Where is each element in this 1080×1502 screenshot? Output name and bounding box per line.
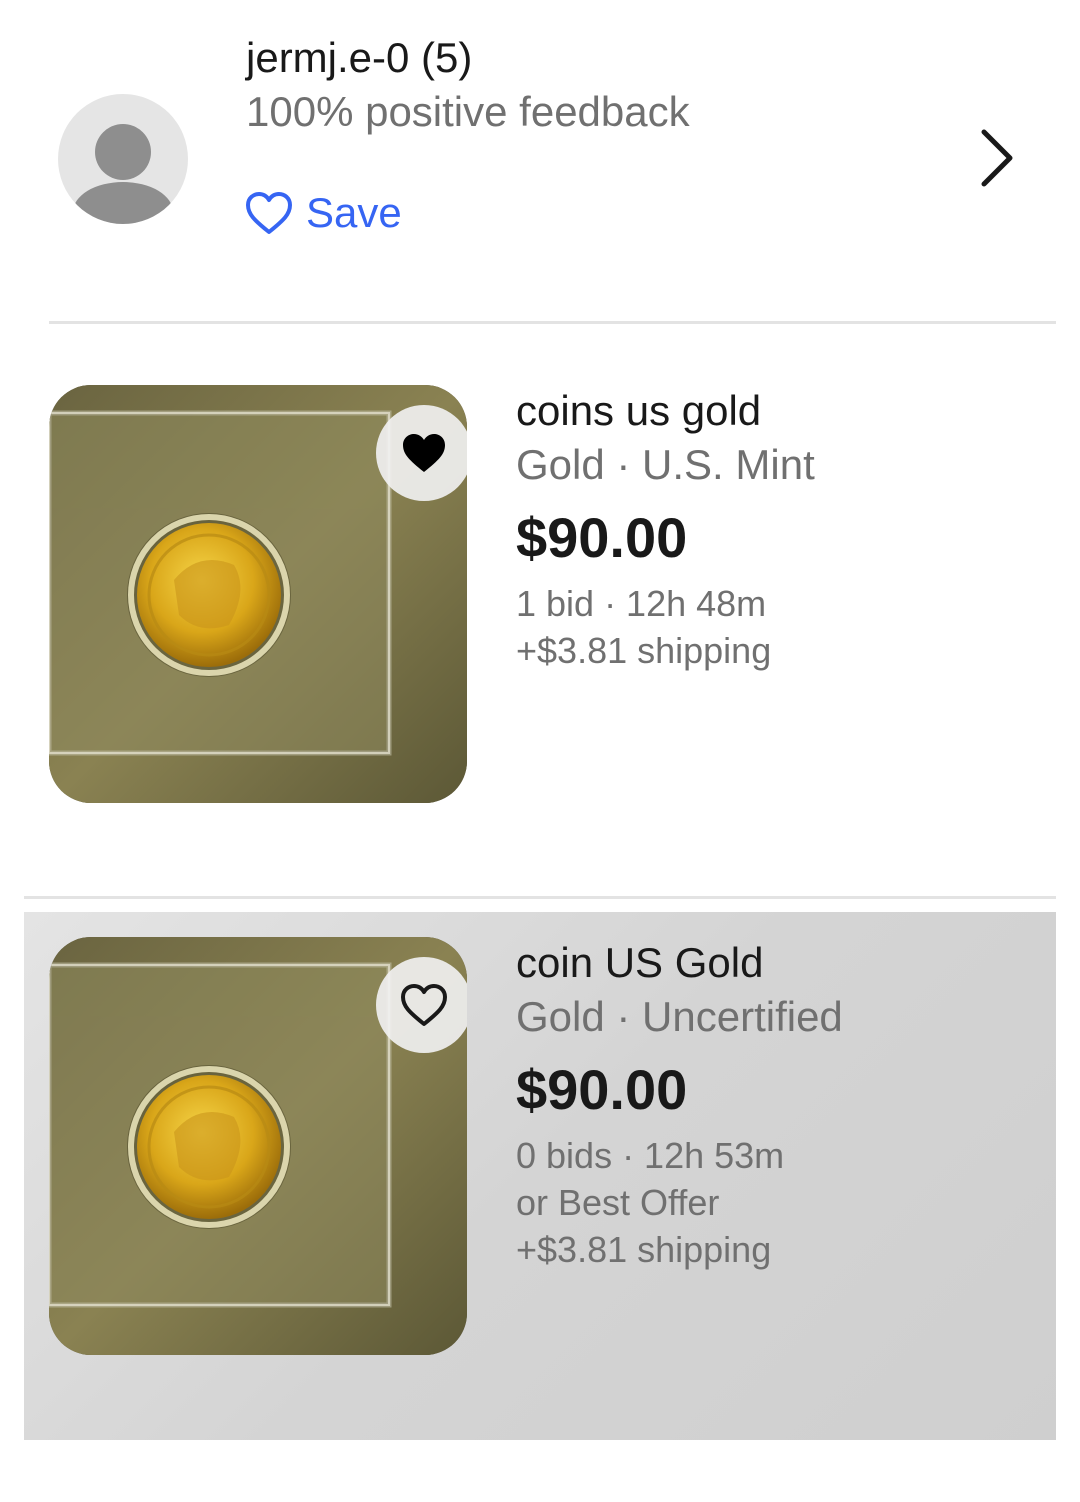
save-label: Save: [306, 189, 402, 236]
save-seller-button[interactable]: Save: [244, 186, 402, 240]
listing-best-offer: or Best Offer: [516, 1182, 720, 1223]
seller-header[interactable]: jermj.e-0 (5) 100% positive feedback Sav…: [0, 0, 1080, 322]
person-icon: [73, 124, 173, 224]
heart-outline-icon: [246, 192, 292, 234]
listing-item[interactable]: coins us gold Gold · U.S. Mint $90.00 1 …: [24, 360, 1056, 860]
avatar: [58, 94, 188, 224]
listing-info: coin US Gold Gold · Uncertified $90.00 0…: [516, 936, 1036, 1273]
listing-shipping: +$3.81 shipping: [516, 630, 772, 671]
listing-subtitle: Gold · Uncertified: [516, 993, 843, 1040]
seller-name: jermj.e-0 (5): [246, 34, 473, 81]
listing-price: $90.00: [516, 506, 688, 569]
listing-bids: 1 bid · 12h 48m: [516, 583, 767, 624]
listing-title[interactable]: coins us gold: [516, 384, 1036, 438]
listing-image[interactable]: [49, 385, 467, 803]
listing-image[interactable]: [49, 937, 467, 1355]
watch-button[interactable]: [376, 405, 467, 501]
listing-title[interactable]: coin US Gold: [516, 936, 1036, 990]
heart-outline-icon: [401, 984, 447, 1026]
heart-filled-icon: [403, 434, 445, 472]
listing-bids: 0 bids · 12h 53m: [516, 1135, 785, 1176]
listing-price: $90.00: [516, 1058, 688, 1121]
watch-button[interactable]: [376, 957, 467, 1053]
listing-item[interactable]: coin US Gold Gold · Uncertified $90.00 0…: [24, 912, 1056, 1440]
listing-info: coins us gold Gold · U.S. Mint $90.00 1 …: [516, 384, 1036, 674]
listing-shipping: +$3.81 shipping: [516, 1229, 772, 1270]
seller-feedback: 100% positive feedback: [246, 88, 690, 135]
divider: [24, 896, 1056, 899]
divider: [49, 321, 1056, 324]
chevron-right-icon[interactable]: [972, 128, 1022, 188]
listing-subtitle: Gold · U.S. Mint: [516, 441, 815, 488]
